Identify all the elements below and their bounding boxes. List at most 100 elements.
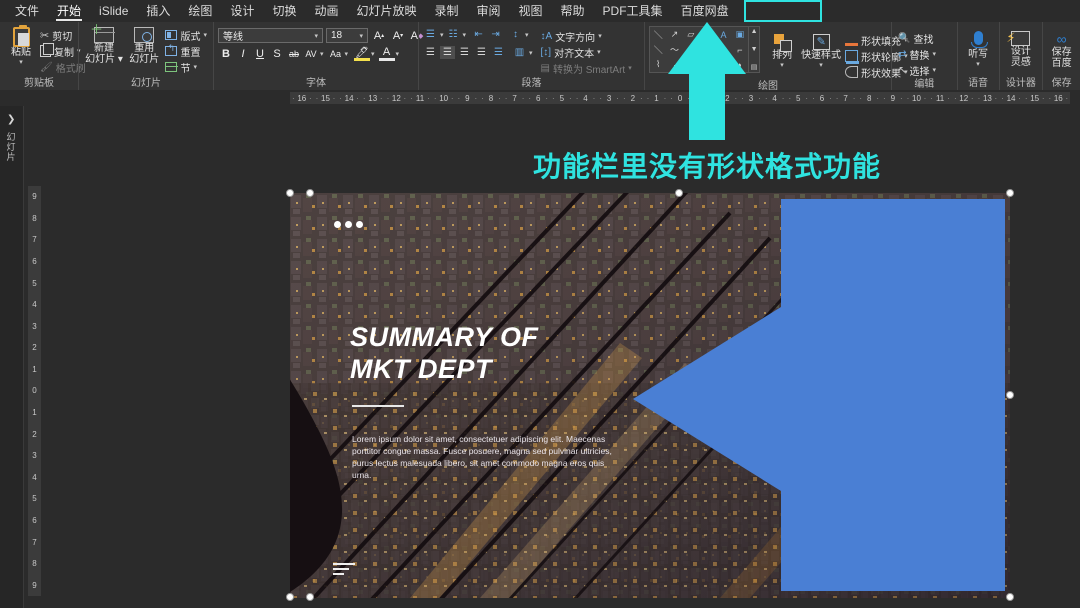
bold-button[interactable]: B xyxy=(218,46,234,61)
italic-button[interactable]: I xyxy=(235,46,251,61)
layout-button[interactable]: 版式 ▾ xyxy=(163,27,209,43)
new-slide-button[interactable]: 新建 幻灯片 ▾ xyxy=(83,19,125,66)
strikethrough-button[interactable]: ab xyxy=(286,46,302,61)
chevron-down-icon[interactable]: ▾ xyxy=(597,48,601,56)
columns-button[interactable]: ▥ xyxy=(512,46,527,59)
slide-canvas[interactable]: SUMMARY OF MKT DEPT Lorem ipsum dolor si… xyxy=(286,189,1014,601)
reuse-slides-button[interactable]: 重用 幻灯片 xyxy=(127,26,162,66)
chevron-down-icon[interactable]: ▾ xyxy=(819,61,823,69)
shape-line-2[interactable]: ＼ xyxy=(650,42,666,57)
scroll-down-icon[interactable]: ▼ xyxy=(751,46,758,53)
selection-handle-bottom-right[interactable] xyxy=(1006,593,1014,601)
select-button[interactable]: ↖ 选择 ▾ xyxy=(896,62,938,78)
tab-insert[interactable]: 插入 xyxy=(137,0,179,22)
line-spacing-button[interactable]: ↕ xyxy=(508,28,523,41)
selection-handle-shape-top-left[interactable] xyxy=(306,189,314,197)
align-center-button[interactable]: ☰ xyxy=(440,46,455,59)
arrange-button[interactable]: 排列 ▾ xyxy=(765,26,799,70)
bullets-button[interactable]: ☰ xyxy=(423,28,438,41)
save-to-baidu-button[interactable]: ∞ 保存 百度 xyxy=(1045,26,1079,70)
tab-pdf-tools[interactable]: PDF工具集 xyxy=(594,0,672,22)
scroll-up-icon[interactable]: ▲ xyxy=(751,28,758,35)
quick-styles-button[interactable]: 快速样式 ▾ xyxy=(801,26,841,70)
tab-review[interactable]: 审阅 xyxy=(468,0,510,22)
chevron-down-icon[interactable]: ▾ xyxy=(203,31,207,39)
reset-button[interactable]: 重置 xyxy=(163,43,209,59)
distribute-button[interactable]: ☰ xyxy=(491,46,506,59)
blue-left-arrow-shape[interactable] xyxy=(633,199,1005,591)
vertical-ruler[interactable]: 9 8 7 6 5 4 3 2 1 0 1 2 3 4 5 6 7 8 9 xyxy=(28,186,41,596)
chevron-down-icon[interactable]: ▾ xyxy=(628,64,632,72)
align-text-button[interactable]: [↕] 对齐文本 ▾ xyxy=(539,44,634,60)
title-underline-rule xyxy=(352,405,404,407)
underline-button[interactable]: U xyxy=(252,46,268,61)
horizontal-ruler[interactable]: 1615141312111098765432101234567891011121… xyxy=(0,90,1080,106)
tab-home[interactable]: 开始 xyxy=(48,0,90,22)
replace-button[interactable]: ⇄ 替换 ▾ xyxy=(896,46,938,62)
tab-transitions[interactable]: 切换 xyxy=(263,0,305,22)
scroll-more-icon[interactable]: ▤ xyxy=(751,63,758,71)
text-direction-button[interactable]: ↕A 文字方向 ▾ xyxy=(539,28,634,44)
chevron-down-icon[interactable]: ▾ xyxy=(371,50,375,58)
tab-design[interactable]: 设计 xyxy=(221,0,263,22)
tab-help[interactable]: 帮助 xyxy=(552,0,594,22)
chevron-down-icon[interactable]: ▾ xyxy=(440,31,444,39)
slide-title[interactable]: SUMMARY OF MKT DEPT xyxy=(350,321,539,385)
slide-thumbnail-pane-collapsed[interactable]: ❯ 幻灯片 xyxy=(0,106,24,608)
chevron-down-icon[interactable]: ▾ xyxy=(314,32,318,40)
font-color-button[interactable]: A xyxy=(378,46,395,61)
convert-to-smartart-button[interactable]: ▤ 转换为 SmartArt ▾ xyxy=(539,60,634,76)
tab-animations[interactable]: 动画 xyxy=(305,0,347,22)
selection-handle-top-left[interactable] xyxy=(286,189,294,197)
shape-zigzag[interactable]: ⌇ xyxy=(650,57,666,72)
tab-baidu-netdisk[interactable]: 百度网盘 xyxy=(672,0,738,22)
chevron-down-icon[interactable]: ▾ xyxy=(396,50,400,58)
find-button[interactable]: 🔍 查找 xyxy=(896,30,938,46)
change-case-button[interactable]: Aa xyxy=(328,46,344,61)
text-highlight-color-button[interactable]: 🖊 xyxy=(354,46,371,61)
justify-button[interactable]: ☰ xyxy=(474,46,489,59)
align-text-icon: [↕] xyxy=(540,46,552,58)
expand-pane-chevron-icon[interactable]: ❯ xyxy=(7,114,15,125)
font-name-box[interactable]: 等线 ▾ xyxy=(218,28,323,43)
shapes-gallery-scrollbar[interactable]: ▲ ▼ ▤ xyxy=(749,26,761,73)
increase-font-size-button[interactable]: A ▴ xyxy=(371,28,387,43)
chevron-down-icon[interactable]: ▾ xyxy=(529,49,533,57)
chevron-down-icon[interactable]: ▾ xyxy=(525,31,529,39)
shape-line[interactable]: ＼ xyxy=(650,27,666,42)
increase-indent-button[interactable]: ⇥ xyxy=(488,28,503,41)
chevron-down-icon[interactable]: ▾ xyxy=(976,60,980,68)
font-size-box[interactable]: 18 ▾ xyxy=(326,28,368,43)
selection-handle-shape-bottom-left[interactable] xyxy=(306,593,314,601)
character-spacing-button[interactable]: AV xyxy=(303,46,319,61)
tab-file[interactable]: 文件 xyxy=(6,0,48,22)
chevron-down-icon[interactable]: ▾ xyxy=(463,31,467,39)
selection-handle-top-right[interactable] xyxy=(1006,189,1014,197)
dictate-button[interactable]: 听写 ▾ xyxy=(961,26,995,69)
numbering-button[interactable]: ☷ xyxy=(446,28,461,41)
decrease-indent-button[interactable]: ⇤ xyxy=(471,28,486,41)
selection-handle-bottom-left[interactable] xyxy=(286,593,294,601)
chevron-down-icon[interactable]: ▾ xyxy=(932,50,936,58)
text-shadow-button[interactable]: S xyxy=(269,46,285,61)
slide-body-text[interactable]: Lorem ipsum dolor sit amet, consectetuer… xyxy=(352,433,618,481)
chevron-down-icon[interactable]: ▾ xyxy=(932,66,936,74)
chevron-down-icon[interactable]: ▾ xyxy=(193,63,197,71)
decrease-font-size-button[interactable]: A ▾ xyxy=(390,28,406,43)
design-ideas-button[interactable]: 设计 灵感 xyxy=(1004,26,1038,69)
selection-handle-middle-right[interactable] xyxy=(1006,391,1014,399)
chevron-down-icon[interactable]: ▾ xyxy=(598,32,602,40)
tab-record[interactable]: 录制 xyxy=(425,0,467,22)
align-right-button[interactable]: ☰ xyxy=(457,46,472,59)
paste-button[interactable]: 粘贴 ▾ xyxy=(4,25,38,67)
tab-view[interactable]: 视图 xyxy=(510,0,552,22)
chevron-down-icon[interactable]: ▾ xyxy=(345,50,349,58)
chevron-down-icon[interactable]: ▾ xyxy=(359,32,363,40)
chevron-down-icon[interactable]: ▾ xyxy=(780,61,784,69)
chevron-down-icon[interactable]: ▾ xyxy=(320,50,324,58)
tab-draw[interactable]: 绘图 xyxy=(179,0,221,22)
selection-handle-top-center[interactable] xyxy=(675,189,683,197)
section-button[interactable]: 节 ▾ xyxy=(163,59,209,75)
tab-slideshow[interactable]: 幻灯片放映 xyxy=(347,0,425,22)
align-left-button[interactable]: ☰ xyxy=(423,46,438,59)
